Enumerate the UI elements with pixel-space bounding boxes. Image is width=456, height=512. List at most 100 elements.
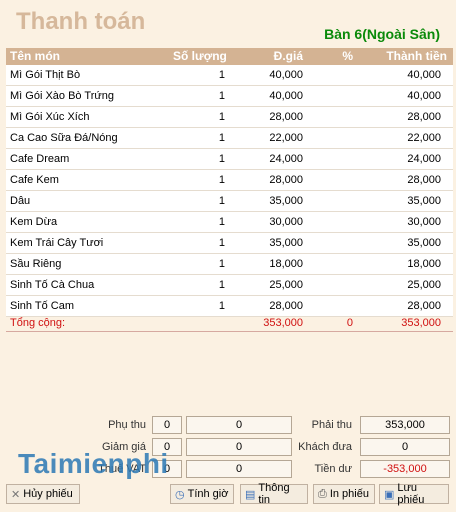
table-row[interactable]: Sầu Riêng 1 18,000 18,000 <box>6 254 453 275</box>
total-price: 353,000 <box>263 317 303 329</box>
item-price: 30,000 <box>269 216 303 228</box>
total-label: Tổng cộng: <box>10 317 66 329</box>
tien-du-field: -353,000 <box>360 460 450 478</box>
item-total: 30,000 <box>407 216 441 228</box>
table-row[interactable]: Mì Gói Thịt Bò 1 40,000 40,000 <box>6 65 453 86</box>
item-total: 22,000 <box>407 132 441 144</box>
item-qty: 1 <box>218 90 225 102</box>
phu-thu-value-field[interactable]: 0 <box>186 416 292 434</box>
item-name: Mì Gói Xúc Xích <box>10 111 90 123</box>
phu-thu-label: Phụ thu <box>108 419 146 431</box>
phu-thu-pct-field[interactable]: 0 <box>152 416 182 434</box>
item-name: Mì Gói Xào Bò Trứng <box>10 90 114 102</box>
item-price: 35,000 <box>269 237 303 249</box>
item-price: 22,000 <box>269 132 303 144</box>
item-total: 24,000 <box>407 153 441 165</box>
total-row: Tổng cộng: 353,000 0 353,000 <box>6 317 453 332</box>
item-total: 28,000 <box>407 111 441 123</box>
tien-du-label: Tiền dư <box>314 463 352 475</box>
item-price: 40,000 <box>269 69 303 81</box>
clock-icon: ◷ <box>175 488 185 501</box>
table-row[interactable]: Dâu 1 35,000 35,000 <box>6 191 453 212</box>
item-name: Kem Dừa <box>10 216 58 228</box>
item-qty: 1 <box>218 174 225 186</box>
item-name: Kem Trái Cây Tươi <box>10 237 104 249</box>
item-name: Cafe Dream <box>10 153 70 165</box>
item-qty: 1 <box>218 300 225 312</box>
table-row[interactable]: Cafe Kem 1 28,000 28,000 <box>6 170 453 191</box>
tinh-gio-button[interactable]: ◷ Tính giờ <box>170 484 234 504</box>
item-total: 35,000 <box>407 195 441 207</box>
item-qty: 1 <box>218 132 225 144</box>
total-pct: 0 <box>346 317 353 329</box>
item-qty: 1 <box>218 111 225 123</box>
item-total: 28,000 <box>407 300 441 312</box>
phai-thu-field: 353,000 <box>360 416 450 434</box>
item-name: Sinh Tố Cà Chua <box>10 279 95 291</box>
item-qty: 1 <box>218 258 225 270</box>
item-price: 28,000 <box>269 111 303 123</box>
huy-phieu-label: Hủy phiếu <box>23 488 73 500</box>
col-name-header[interactable]: Tên món <box>10 49 60 63</box>
luu-phieu-button[interactable]: ▣ Lưu phiếu <box>379 482 449 506</box>
item-name: Sinh Tố Cam <box>10 300 74 312</box>
item-price: 28,000 <box>269 174 303 186</box>
table-row[interactable]: Ca Cao Sữa Đá/Nóng 1 22,000 22,000 <box>6 128 453 149</box>
giam-gia-value-field[interactable]: 0 <box>186 438 292 456</box>
luu-phieu-label: Lưu phiếu <box>397 482 425 506</box>
table-label: Bàn 6(Ngoài Sân) <box>324 26 440 42</box>
col-qty-header[interactable]: Số lượng <box>173 49 227 63</box>
item-price: 35,000 <box>269 195 303 207</box>
watermark-logo: Taimienphi <box>18 448 169 479</box>
thong-tin-label: Thông tin <box>258 482 290 506</box>
item-name: Cafe Kem <box>10 174 59 186</box>
item-price: 25,000 <box>269 279 303 291</box>
item-price: 24,000 <box>269 153 303 165</box>
item-qty: 1 <box>218 69 225 81</box>
col-total-header[interactable]: Thành tiền <box>386 49 447 63</box>
table-row[interactable]: Kem Dừa 1 30,000 30,000 <box>6 212 453 233</box>
table-row[interactable]: Mì Gói Xúc Xích 1 28,000 28,000 <box>6 107 453 128</box>
item-qty: 1 <box>218 195 225 207</box>
phai-thu-label: Phải thu <box>311 419 352 431</box>
order-table: Tên món Số lượng Đ.giá % Thành tiền Mì G… <box>6 48 453 332</box>
document-icon: ▤ <box>245 488 256 501</box>
total-amount: 353,000 <box>401 317 441 329</box>
thong-tin-button[interactable]: ▤ Thông tin <box>240 482 308 506</box>
item-qty: 1 <box>218 153 225 165</box>
col-price-header[interactable]: Đ.giá <box>274 49 303 63</box>
table-row[interactable]: Cafe Dream 1 24,000 24,000 <box>6 149 453 170</box>
thue-vat-value-field[interactable]: 0 <box>186 460 292 478</box>
cancel-icon: ✕ <box>11 488 21 501</box>
item-name: Ca Cao Sữa Đá/Nóng <box>10 132 118 144</box>
tinh-gio-label: Tính giờ <box>187 488 229 500</box>
table-header: Tên món Số lượng Đ.giá % Thành tiền <box>6 48 453 65</box>
save-icon: ▣ <box>384 488 395 501</box>
huy-phieu-button[interactable]: ✕ Hủy phiếu <box>6 484 80 504</box>
in-phieu-label: In phiếu <box>329 488 369 500</box>
table-row[interactable]: Sinh Tố Cà Chua 1 25,000 25,000 <box>6 275 453 296</box>
item-total: 25,000 <box>407 279 441 291</box>
table-row[interactable]: Sinh Tố Cam 1 28,000 28,000 <box>6 296 453 317</box>
item-qty: 1 <box>218 237 225 249</box>
item-name: Sầu Riêng <box>10 258 62 270</box>
printer-icon: ⎙ <box>318 487 327 500</box>
item-qty: 1 <box>218 216 225 228</box>
table-row[interactable]: Kem Trái Cây Tươi 1 35,000 35,000 <box>6 233 453 254</box>
page-title: Thanh toán <box>16 8 146 35</box>
item-name: Mì Gói Thịt Bò <box>10 69 81 81</box>
item-total: 35,000 <box>407 237 441 249</box>
table-row[interactable]: Mì Gói Xào Bò Trứng 1 40,000 40,000 <box>6 86 453 107</box>
item-total: 18,000 <box>407 258 441 270</box>
item-price: 28,000 <box>269 300 303 312</box>
item-total: 28,000 <box>407 174 441 186</box>
item-total: 40,000 <box>407 69 441 81</box>
item-total: 40,000 <box>407 90 441 102</box>
item-price: 40,000 <box>269 90 303 102</box>
item-name: Dâu <box>10 195 31 207</box>
item-price: 18,000 <box>269 258 303 270</box>
khach-dua-field[interactable]: 0 <box>360 438 450 456</box>
item-qty: 1 <box>218 279 225 291</box>
col-pct-header[interactable]: % <box>342 49 353 63</box>
in-phieu-button[interactable]: ⎙ In phiếu <box>313 484 375 504</box>
